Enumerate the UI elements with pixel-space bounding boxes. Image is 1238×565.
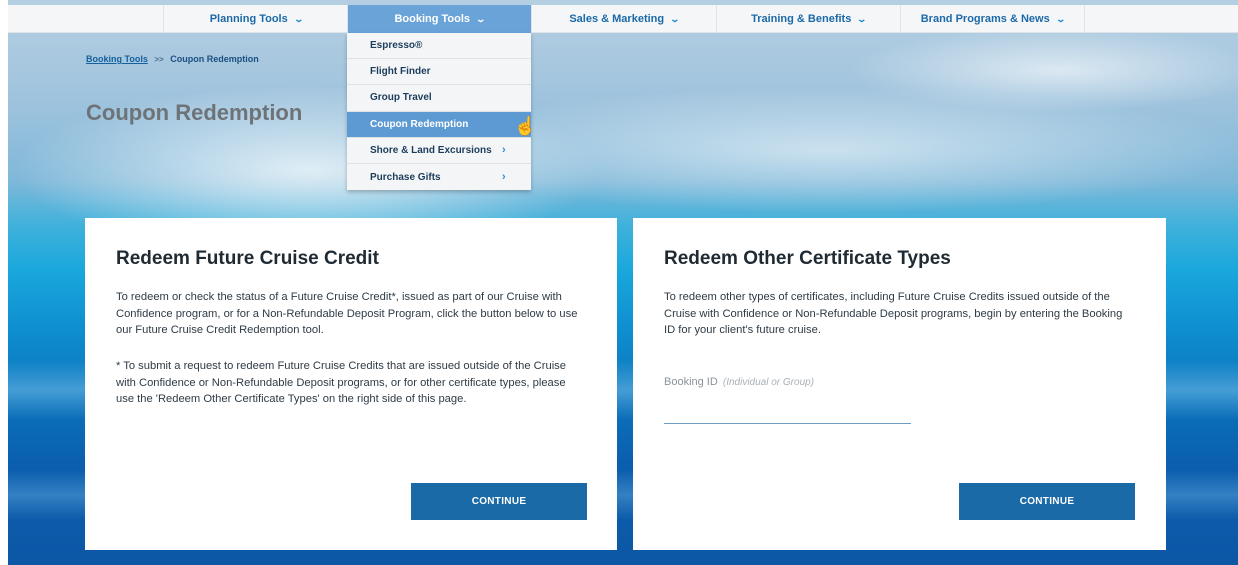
chevron-right-icon: › [502, 144, 506, 157]
chevron-down-icon: ⌄ [1055, 13, 1066, 24]
continue-button[interactable]: CONTINUE [411, 483, 587, 520]
breadcrumb-current: Coupon Redemption [170, 54, 259, 64]
future-cruise-credit-card: Redeem Future Cruise Credit To redeem or… [85, 218, 617, 550]
nav-brand-programs-news[interactable]: Brand Programs & News ⌄ [900, 5, 1085, 33]
breadcrumb-link-booking-tools[interactable]: Booking Tools [86, 54, 148, 64]
menu-item-label: Espresso® [370, 40, 423, 52]
booking-id-input[interactable] [664, 414, 911, 424]
nav-training-benefits[interactable]: Training & Benefits ⌄ [716, 5, 900, 33]
chevron-down-icon: ⌄ [475, 13, 487, 24]
menu-item-label: Shore & Land Excursions [370, 144, 492, 156]
booking-id-label-text: Booking ID [664, 376, 718, 388]
chevron-down-icon: ⌄ [856, 13, 868, 24]
breadcrumb-separator: >> [154, 55, 164, 64]
menu-item-label: Group Travel [370, 92, 432, 104]
booking-tools-dropdown: Espresso® Flight Finder Group Travel Cou… [347, 33, 536, 190]
nav-sales-marketing[interactable]: Sales & Marketing ⌄ [531, 5, 716, 33]
booking-id-hint: (Individual or Group) [722, 377, 815, 388]
continue-button[interactable]: CONTINUE [959, 483, 1135, 520]
page-title: Coupon Redemption [86, 100, 303, 125]
menu-item-group-travel[interactable]: Group Travel [347, 85, 531, 112]
breadcrumb: Booking Tools >> Coupon Redemption [86, 54, 259, 64]
menu-item-flight-finder[interactable]: Flight Finder [347, 59, 531, 86]
card-footnote: * To submit a request to redeem Future C… [116, 360, 567, 405]
menu-item-label: Purchase Gifts [370, 171, 441, 183]
nav-label: Booking Tools [394, 13, 471, 25]
menu-item-purchase-gifts[interactable]: Purchase Gifts › [347, 164, 531, 190]
menu-item-label: Flight Finder [370, 66, 431, 78]
nav-booking-tools[interactable]: Booking Tools ⌄ [347, 5, 531, 33]
card-description: To redeem or check the status of a Futur… [116, 291, 578, 336]
nav-label: Training & Benefits [751, 13, 852, 25]
booking-id-label: Booking ID (Individual or Group) [664, 376, 814, 388]
menu-item-shore-land-excursions[interactable]: Shore & Land Excursions › [347, 138, 531, 164]
chevron-down-icon: ⌄ [669, 13, 681, 24]
menu-item-label: Coupon Redemption [370, 118, 469, 130]
menu-item-espresso[interactable]: Espresso® [347, 33, 531, 60]
other-certificates-card: Redeem Other Certificate Types To redeem… [633, 218, 1166, 550]
card-title: Redeem Future Cruise Credit [116, 248, 379, 269]
hand-pointer-icon: ☝ [514, 115, 537, 136]
chevron-down-icon: ⌄ [293, 13, 304, 24]
top-navigation: Planning Tools ⌄ Booking Tools ⌄ Sales &… [8, 5, 1238, 33]
nav-label: Planning Tools [209, 13, 288, 25]
card-title: Redeem Other Certificate Types [664, 248, 951, 269]
nav-planning-tools[interactable]: Planning Tools ⌄ [163, 5, 348, 33]
nav-label: Brand Programs & News [920, 13, 1050, 25]
card-description: To redeem other types of certificates, i… [664, 291, 1123, 336]
menu-item-coupon-redemption[interactable]: Coupon Redemption ☝ [347, 111, 536, 138]
chevron-right-icon: › [502, 171, 506, 184]
nav-label: Sales & Marketing [569, 13, 665, 25]
